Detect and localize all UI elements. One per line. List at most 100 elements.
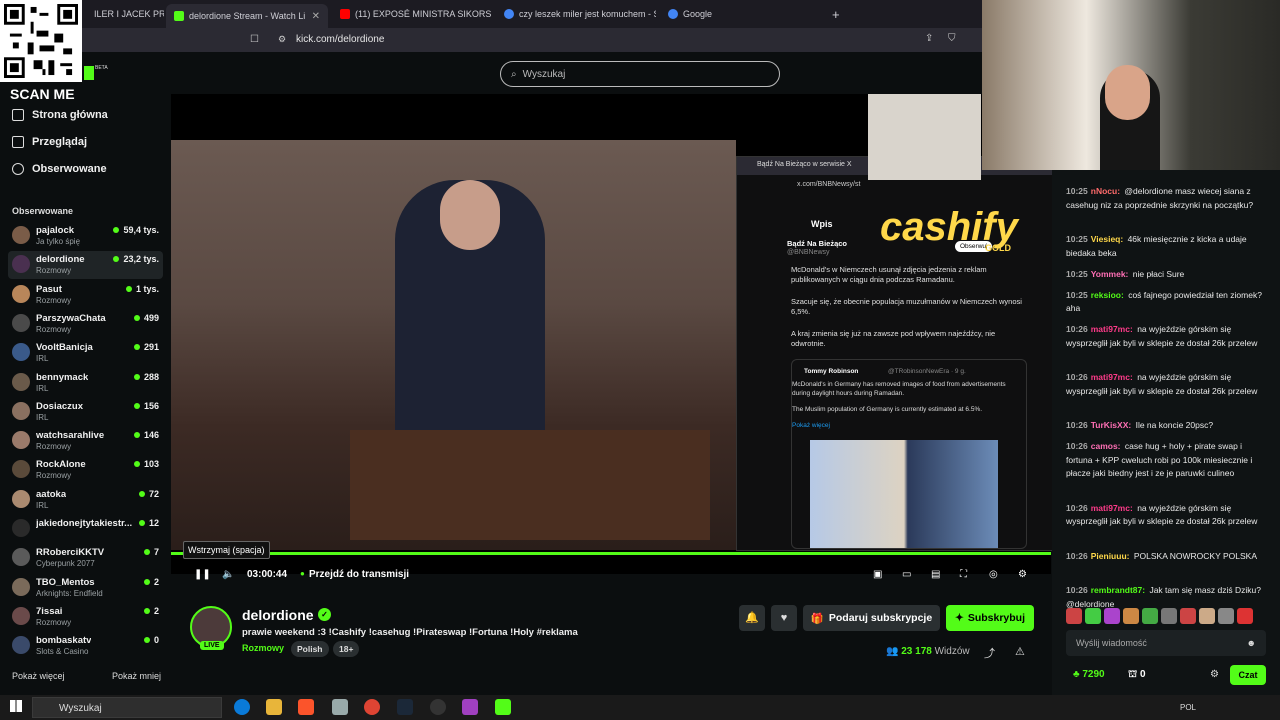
address-bar[interactable]: ☐ ⚙ kick.com/delordione ⇪ ⛉ bbox=[0, 28, 985, 52]
bookmark-icon[interactable]: ☐ bbox=[250, 34, 259, 45]
language-indicator[interactable]: POL bbox=[1180, 703, 1196, 712]
kick-app-icon[interactable] bbox=[495, 699, 511, 715]
nav-label: Obserwowane bbox=[32, 163, 107, 175]
chat-username[interactable]: mati97mc: bbox=[1091, 372, 1133, 382]
emote-icon[interactable] bbox=[1085, 608, 1101, 624]
followed-channel-item[interactable]: watchsarahlive Rozmowy 146 bbox=[8, 427, 163, 455]
emote-icon[interactable] bbox=[1180, 608, 1196, 624]
browser-tab[interactable]: Google bbox=[660, 4, 820, 24]
chat-username[interactable]: TurKisXX: bbox=[1091, 420, 1131, 430]
bits-counter[interactable]: ⛫ 0 bbox=[1128, 669, 1146, 682]
stream-tag[interactable]: 18+ bbox=[333, 641, 360, 657]
nav-browse[interactable]: Przeglądaj bbox=[12, 136, 87, 148]
nav-home[interactable]: Strona główna bbox=[12, 109, 108, 121]
emote-icon[interactable] bbox=[1142, 608, 1158, 624]
obs-icon[interactable] bbox=[430, 699, 446, 715]
chat-username[interactable]: mati97mc: bbox=[1091, 324, 1133, 334]
browser-tab-active[interactable]: delordione Stream - Watch Li ✕ bbox=[166, 4, 328, 28]
follow-heart-button[interactable]: ♥ bbox=[771, 605, 797, 631]
settings-gear-icon[interactable]: ⚙ bbox=[1018, 569, 1027, 580]
chat-message-input[interactable]: Wyślij wiadomość ☻ bbox=[1066, 630, 1266, 656]
bank-icon: ⛫ bbox=[1128, 669, 1140, 680]
pip-icon[interactable]: ▣ bbox=[873, 569, 882, 580]
chat-username[interactable]: rembrandt87: bbox=[1091, 585, 1145, 595]
close-tab-icon[interactable]: ✕ bbox=[312, 11, 320, 22]
followed-channel-item[interactable]: TBO_Mentos Arknights: Endfield 2 bbox=[8, 574, 163, 602]
go-to-live-button[interactable]: Przejdź do transmisji bbox=[309, 569, 409, 580]
emoji-icon[interactable]: ☻ bbox=[1247, 638, 1256, 648]
followed-channel-item[interactable]: RRoberciKKTV Cyberpunk 2077 7 bbox=[8, 544, 163, 572]
stream-tag[interactable]: Polish bbox=[291, 641, 329, 657]
emote-icon[interactable] bbox=[1104, 608, 1120, 624]
chat-message: 10:26 mati97mc: na wyjeździe górskim się … bbox=[1066, 502, 1266, 529]
gift-subs-button[interactable]: 🎁 Podaruj subskrypcje bbox=[803, 605, 940, 631]
subscribe-button[interactable]: ✦ Subskrybuj bbox=[946, 605, 1034, 631]
brave-shield-icon[interactable]: ⛉ bbox=[948, 33, 956, 44]
edge-icon[interactable] bbox=[234, 699, 250, 715]
emote-icon[interactable] bbox=[1066, 608, 1082, 624]
browser-tab[interactable]: czy leszek miler jest komuchem - Szu bbox=[496, 4, 656, 24]
followed-channel-item[interactable]: RockAlone Rozmowy 103 bbox=[8, 456, 163, 484]
fullscreen-icon[interactable]: ⛶ bbox=[960, 569, 967, 580]
windows-start-icon[interactable] bbox=[10, 700, 22, 712]
emote-icon[interactable] bbox=[1199, 608, 1215, 624]
chat-username[interactable]: Viesieq: bbox=[1091, 234, 1123, 244]
file-explorer-icon[interactable] bbox=[266, 699, 282, 715]
emote-icon[interactable] bbox=[1237, 608, 1253, 624]
chat-username[interactable]: mati97mc: bbox=[1091, 503, 1133, 513]
tab-label: ILER I JACEK PRUSIN bbox=[94, 9, 164, 19]
followed-channel-item[interactable]: ParszywaChata Rozmowy 499 bbox=[8, 310, 163, 338]
streamer-name[interactable]: delordione bbox=[242, 607, 314, 623]
chat-username[interactable]: camos: bbox=[1091, 441, 1121, 451]
show-less-link[interactable]: Pokaż mniej bbox=[112, 671, 161, 681]
pause-icon[interactable]: ❚❚ bbox=[194, 569, 211, 580]
browser-tab[interactable]: ILER I JACEK PRUSIN bbox=[86, 4, 164, 24]
stream-category-link[interactable]: Rozmowy bbox=[242, 643, 284, 653]
chat-username[interactable]: reksioo: bbox=[1091, 290, 1124, 300]
channel-avatar bbox=[12, 489, 30, 508]
emote-icon[interactable] bbox=[1123, 608, 1139, 624]
replay-icon[interactable]: ◎ bbox=[989, 569, 998, 580]
followed-channel-item[interactable]: VooltBanicja IRL 291 bbox=[8, 339, 163, 367]
volume-icon[interactable]: 🔈 bbox=[222, 569, 234, 580]
app-icon[interactable] bbox=[462, 699, 478, 715]
emote-icon[interactable] bbox=[1161, 608, 1177, 624]
chat-username[interactable]: Pieniuuu: bbox=[1091, 551, 1130, 561]
followed-channel-item[interactable]: bennymack IRL 288 bbox=[8, 369, 163, 397]
clip-icon[interactable]: ▤ bbox=[931, 569, 940, 580]
followed-channel-item[interactable]: bombaskatv Slots & Casino 0 bbox=[8, 632, 163, 660]
chat-message: 10:26 rembrandt87: Jak tam się masz dziś … bbox=[1066, 584, 1266, 611]
show-more-link[interactable]: Pokaż więcej bbox=[12, 671, 65, 681]
chat-settings-icon[interactable]: ⚙ bbox=[1210, 669, 1219, 680]
chat-message: 10:26 mati97mc: na wyjeździe górskim się … bbox=[1066, 371, 1266, 398]
nav-following[interactable]: Obserwowane bbox=[12, 163, 107, 175]
channel-points[interactable]: ♣ 7290 bbox=[1073, 669, 1105, 680]
share-icon[interactable]: ⤴ bbox=[984, 645, 995, 661]
new-tab-button[interactable]: + bbox=[824, 4, 844, 24]
followed-channel-item[interactable]: Pasut Rozmowy 1 tys. bbox=[8, 281, 163, 309]
followed-channel-item[interactable]: Dosiaczux IRL 156 bbox=[8, 398, 163, 426]
site-info-icon[interactable]: ⚙ bbox=[278, 34, 286, 45]
steam-icon[interactable] bbox=[397, 699, 413, 715]
followed-channel-item[interactable]: delordione Rozmowy 23,2 tys. bbox=[8, 251, 163, 280]
channel-viewer-count: 499 bbox=[143, 312, 159, 323]
chat-username[interactable]: nNocu: bbox=[1091, 186, 1120, 196]
followed-channel-item[interactable]: pajalock Ja tylko śpię 59,4 tys. bbox=[8, 222, 163, 250]
kick-search-input[interactable]: ⌕ Wyszukaj bbox=[500, 61, 780, 87]
chat-username[interactable]: Yommek: bbox=[1091, 269, 1129, 279]
send-chat-button[interactable]: Czat bbox=[1230, 665, 1266, 685]
emote-icon[interactable] bbox=[1218, 608, 1234, 624]
share-icon[interactable]: ⇪ bbox=[925, 33, 933, 44]
report-warning-icon[interactable]: ⚠ bbox=[1015, 645, 1025, 658]
brave-icon[interactable] bbox=[298, 699, 314, 715]
followed-channel-item[interactable]: jakiedonejtytakiestr... 12 bbox=[8, 515, 163, 543]
notification-bell-button[interactable]: 🔔 bbox=[739, 605, 765, 631]
browser-tab[interactable]: (11) EXPOSÉ MINISTRA SIKORSK bbox=[332, 4, 492, 24]
taskbar-search-input[interactable]: Wyszukaj bbox=[32, 697, 222, 718]
theater-icon[interactable]: ▭ bbox=[902, 569, 911, 580]
followed-channel-item[interactable]: aatoka IRL 72 bbox=[8, 486, 163, 514]
chrome-icon[interactable] bbox=[364, 699, 380, 715]
url-text[interactable]: kick.com/delordione bbox=[296, 34, 384, 45]
followed-channel-item[interactable]: 7issai Rozmowy 2 bbox=[8, 603, 163, 631]
app-icon[interactable] bbox=[332, 699, 348, 715]
